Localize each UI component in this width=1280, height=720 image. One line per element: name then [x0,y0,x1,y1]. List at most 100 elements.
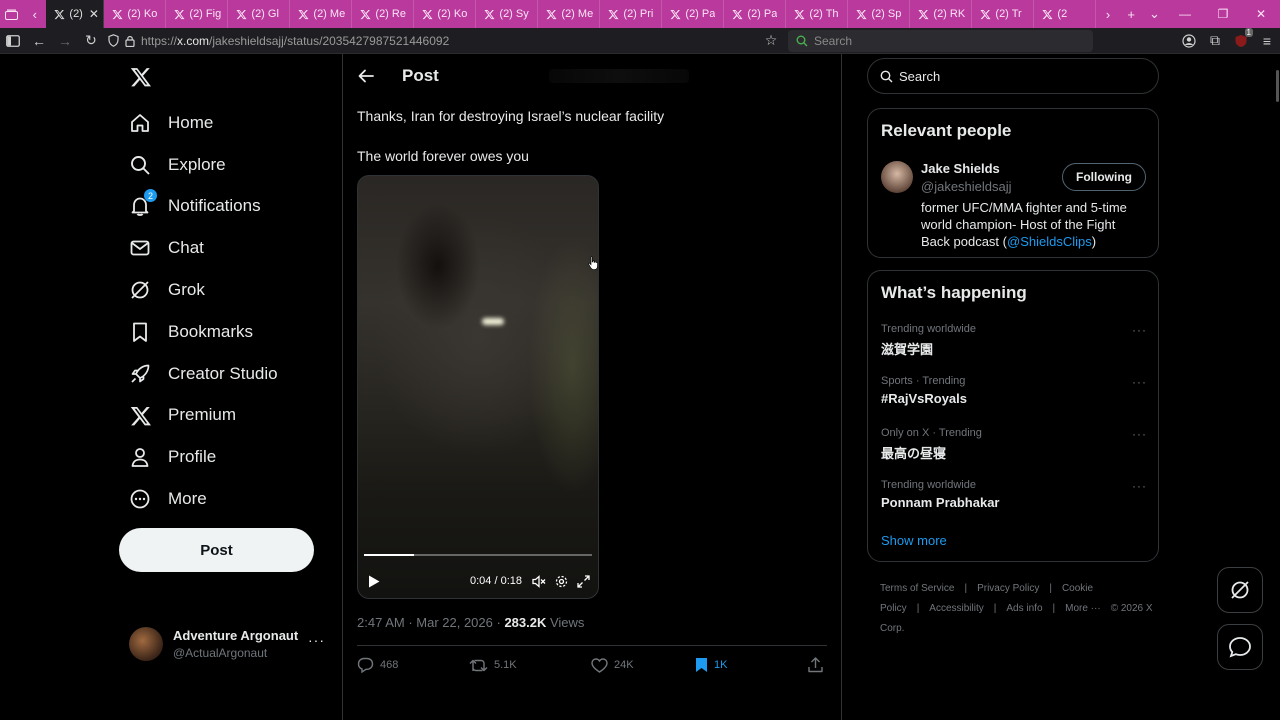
menu-icon[interactable]: ≡ [1254,28,1280,54]
search-input[interactable]: Search [867,58,1159,94]
play-icon[interactable] [368,575,380,588]
more-dots-icon[interactable]: ··· [1132,323,1147,337]
x-logo-icon [1042,9,1053,19]
browser-tab[interactable]: (2 [1034,0,1097,28]
person-handle[interactable]: @jakeshieldsajj [921,179,1012,194]
more-dots-icon[interactable]: ··· [1132,375,1147,389]
mute-icon[interactable] [532,574,546,588]
sidebar-item-more[interactable]: More [119,478,278,520]
post-time[interactable]: 2:47 AM [357,615,405,630]
browser-tab[interactable]: (2) Pri [600,0,663,28]
x-logo-icon [732,9,743,19]
footer-link[interactable]: Ads info [1006,603,1042,614]
post-text-line: The world forever owes you [357,148,529,164]
browser-tab[interactable]: (2) Tr [972,0,1035,28]
window-close-icon[interactable]: ✕ [1242,0,1280,28]
footer-link[interactable]: Privacy Policy [977,583,1039,594]
trend-item[interactable]: Sports · Trending #RajVsRoyals ··· [881,375,1147,406]
ublock-icon[interactable]: 1 [1228,27,1254,54]
browser-tab[interactable]: (2) Sy [476,0,539,28]
mention-link[interactable]: @ShieldsClips [1007,234,1092,249]
trend-item[interactable]: Trending worldwide Ponnam Prabhakar ··· [881,479,1147,510]
share-button[interactable] [808,657,829,673]
footer-link[interactable]: Terms of Service [880,583,954,594]
video-progress-bar[interactable] [364,554,592,556]
tab-title: (2) Pa [747,8,778,20]
post-button[interactable]: Post [119,528,314,572]
reload-icon[interactable]: ↻ [78,28,104,54]
forward-nav-icon[interactable]: → [52,28,78,54]
browser-tab[interactable]: (2) RK [910,0,973,28]
scrollbar-thumb[interactable] [1276,70,1279,102]
browser-tab[interactable]: (2) Fig [166,0,229,28]
tab-close-icon[interactable]: ✕ [89,7,99,21]
browser-tab[interactable]: (2) Me [290,0,353,28]
sidebar-item-notifications[interactable]: 2 Notifications [119,186,278,228]
browser-tab[interactable]: (2) Pa [724,0,787,28]
more-dots-icon[interactable]: ··· [1132,479,1147,493]
grok-fab-button[interactable] [1217,567,1263,613]
heart-icon [591,657,608,673]
sidebar-toggle-icon[interactable] [0,28,26,54]
browser-tab[interactable]: (2) Ko [414,0,477,28]
browser-tab[interactable]: (2) Ko [104,0,167,28]
chat-fab-button[interactable] [1217,624,1263,670]
back-nav-icon[interactable]: ← [26,28,52,54]
footer-link[interactable]: More ··· [1065,603,1101,614]
sidebar-item-explore[interactable]: Explore [119,144,278,186]
fullscreen-icon[interactable] [577,574,590,588]
minimize-icon[interactable]: — [1166,0,1204,28]
footer-link[interactable]: Accessibility [929,603,983,614]
trend-item[interactable]: Trending worldwide 滋賀学園 ··· [881,323,1147,358]
account-switcher[interactable]: Adventure Argonaut @ActualArgonaut ··· [129,624,329,664]
bookmark-filled-icon [696,658,707,672]
bookmark-star-icon[interactable]: ☆ [758,32,784,49]
sidebar-item-creator-studio[interactable]: Creator Studio [119,353,278,395]
browser-tab[interactable]: (2) Pa [662,0,725,28]
sidebar-item-home[interactable]: Home [119,102,278,144]
video-player[interactable]: 0:04 / 0:18 [357,175,599,599]
browser-tab[interactable]: (2) Gl [228,0,291,28]
shield-icon[interactable] [108,34,119,47]
lock-icon[interactable] [125,35,135,47]
tab-scroll-left-icon[interactable]: ‹ [23,0,46,28]
repost-button[interactable]: 5.1K [469,658,591,673]
back-arrow-icon[interactable] [356,66,376,86]
sidebar-item-grok[interactable]: Grok [119,269,278,311]
post-date[interactable]: Mar 22, 2026 [416,615,493,630]
show-more-link[interactable]: Show more [881,533,947,548]
browser-search-input[interactable]: Search [788,29,1093,52]
following-button[interactable]: Following [1062,163,1146,191]
reply-button[interactable]: 468 [357,657,469,673]
sidebar-item-bookmarks[interactable]: Bookmarks [119,311,278,353]
x-logo-icon[interactable] [130,66,152,88]
more-dots-icon[interactable]: ··· [308,632,325,648]
gear-icon[interactable] [555,575,568,588]
account-icon[interactable] [1176,28,1202,54]
sidebar-item-profile[interactable]: Profile [119,436,278,478]
video-progress-fill [364,554,415,556]
bell-icon: 2 [129,189,157,217]
browser-tab[interactable]: (2) Th [786,0,849,28]
address-bar[interactable]: https://x.com/jakeshieldsajj/status/2035… [104,30,754,52]
tab-overview-icon[interactable] [0,0,23,28]
sidebar-item-premium[interactable]: Premium [119,395,278,437]
bookmark-button[interactable]: 1K [695,657,807,673]
like-button[interactable]: 24K [591,657,695,673]
trend-item[interactable]: Only on X · Trending 最高の昼寝 ··· [881,427,1147,462]
browser-tab[interactable]: (2) Re [352,0,415,28]
sidebar-item-chat[interactable]: Chat [119,227,278,269]
new-tab-icon[interactable]: + [1120,0,1143,28]
more-dots-icon[interactable]: ··· [1132,427,1147,441]
browser-tab[interactable]: (2) Me [538,0,601,28]
x-logo-icon [670,9,681,19]
tab-scroll-right-icon[interactable]: › [1096,0,1119,28]
extensions-puzzle-icon[interactable]: ⧉ [1202,28,1228,54]
restore-icon[interactable]: ❐ [1204,0,1242,28]
browser-tab[interactable]: (2) Sp [848,0,911,28]
tab-list-chevron-icon[interactable]: ⌄ [1143,0,1166,28]
browser-tab-active[interactable]: (2) ✕ [46,0,105,28]
trend-context: Only on X · Trending [881,427,982,439]
avatar[interactable] [881,161,913,193]
person-name[interactable]: Jake Shields [921,161,1000,176]
